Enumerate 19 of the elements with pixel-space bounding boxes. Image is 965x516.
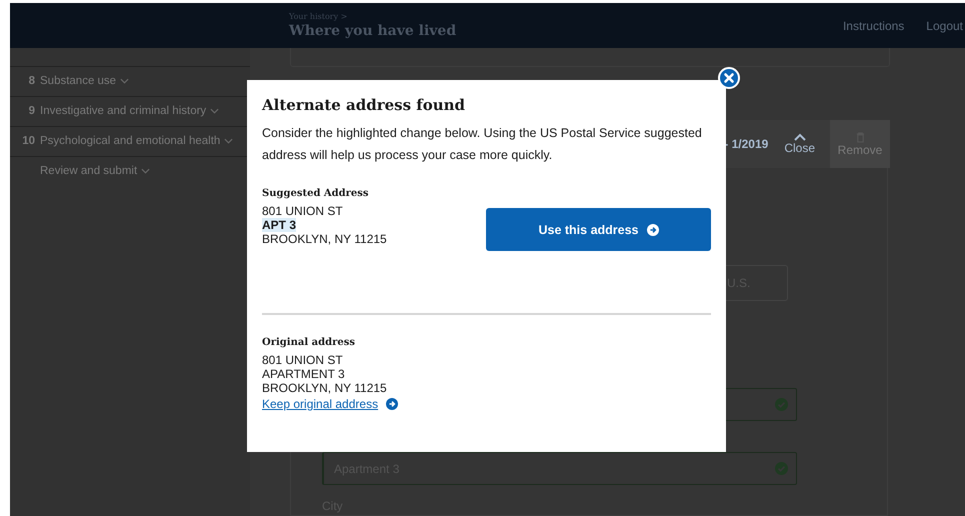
caret-icon <box>794 133 806 141</box>
section-heading: Suggested Address <box>262 188 369 199</box>
address-line: APARTMENT 3 <box>262 367 345 381</box>
use-address-button[interactable]: Use this address <box>486 208 711 251</box>
nav-link[interactable]: Instructions <box>842 18 904 32</box>
collapse-button[interactable]: Close <box>784 133 815 155</box>
keep-address-link[interactable]: Keep original address <box>262 397 378 411</box>
address-line: BROOKLYN, NY 11215 <box>262 381 387 395</box>
modal-title: Alternate address found <box>262 96 466 114</box>
modal-message: Consider the highlighted change below. Using the US Postal Service suggested address will help us process your case more quickly. <box>262 125 702 164</box>
address-line: 801 UNION ST <box>262 204 343 218</box>
arrow-circle-icon <box>646 224 659 236</box>
address-line: BROOKLYN, NY 11215 <box>262 232 387 246</box>
address-line: 801 UNION ST <box>262 353 343 367</box>
section-heading: Original address <box>262 337 355 348</box>
arrow-circle-icon <box>386 398 398 410</box>
page-title: Where you have lived <box>289 23 456 39</box>
nav-link[interactable]: Logout <box>926 18 963 32</box>
sidebar-item[interactable]: Review and submit <box>10 157 250 186</box>
